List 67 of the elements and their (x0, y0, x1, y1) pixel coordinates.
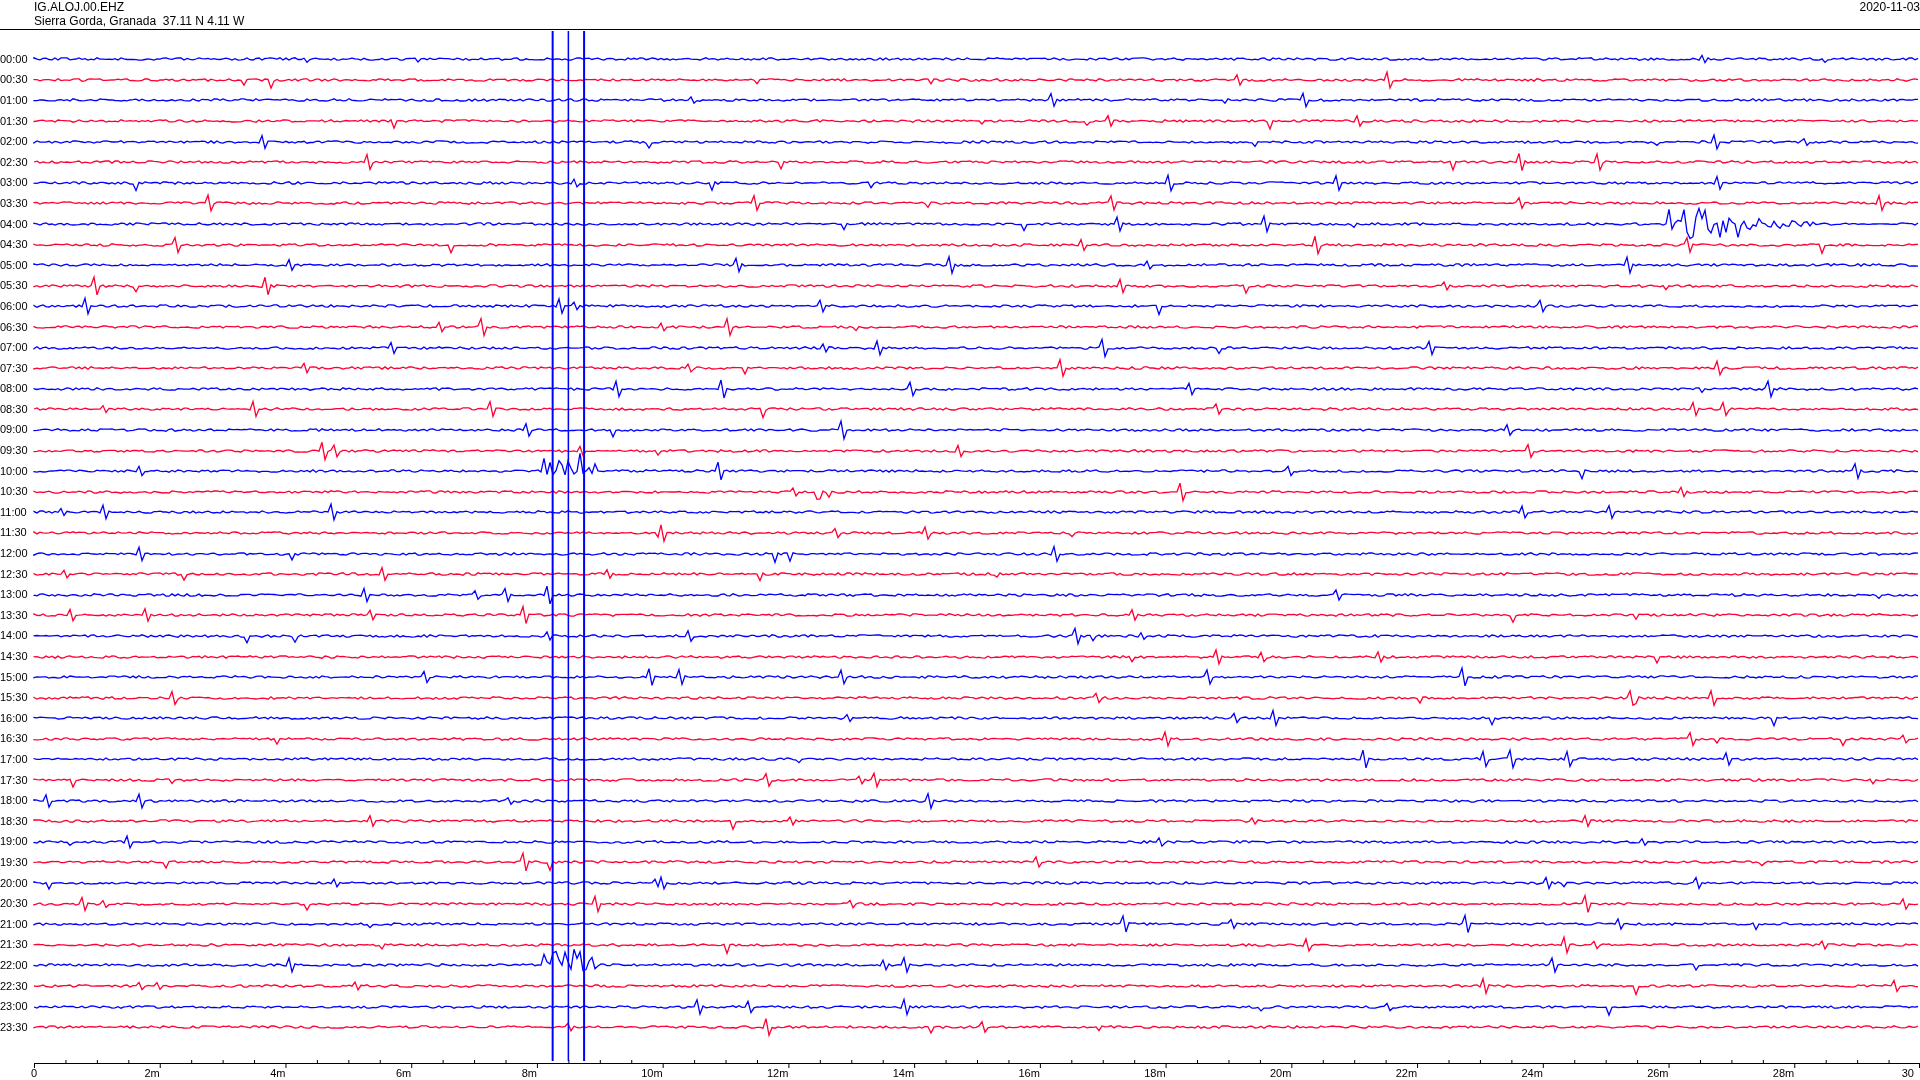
time-label: 00:00 (0, 53, 29, 65)
axis-tick-label: 24m (1521, 1068, 1543, 1079)
axis-tick-label: 30 (1901, 1068, 1914, 1079)
time-label: 20:30 (0, 898, 29, 910)
axis-tick-label: 20m (1269, 1068, 1292, 1079)
time-label: 12:00 (0, 548, 29, 560)
time-label: 09:30 (0, 445, 29, 457)
time-label: 19:00 (0, 836, 29, 848)
axis-tick-label: 28m (1772, 1068, 1795, 1079)
time-label: 21:00 (0, 918, 29, 930)
time-label: 05:00 (0, 259, 29, 271)
time-label: 14:00 (0, 630, 29, 642)
axis-tick-label: 16m (1018, 1068, 1040, 1079)
time-label: 18:00 (0, 795, 29, 807)
time-label: 16:00 (0, 712, 29, 724)
time-label: 12:30 (0, 568, 29, 580)
axis-tick-label: 18m (1144, 1068, 1166, 1079)
time-label: 20:00 (0, 877, 29, 889)
axis-tick-label: 14m (892, 1068, 915, 1079)
axis-tick-label: 2m (144, 1068, 160, 1079)
station-code: IG.ALOJ.00.EHZ (34, 0, 126, 14)
time-label: 10:30 (0, 486, 29, 498)
time-label: 18:30 (0, 815, 29, 827)
time-label: 09:00 (0, 424, 29, 436)
time-label: 03:30 (0, 197, 29, 209)
time-label: 01:00 (0, 95, 29, 106)
time-label: 08:30 (0, 403, 29, 415)
time-label: 07:00 (0, 342, 29, 354)
axis-tick-label: 8m (521, 1068, 537, 1079)
time-label: 21:30 (0, 939, 29, 951)
time-label: 23:00 (0, 1001, 29, 1013)
axis-tick-label: 22m (1395, 1068, 1418, 1079)
axis-tick-label: 10m (641, 1068, 663, 1079)
plot-date: 2020-11-03 (1859, 0, 1920, 16)
time-label: 17:30 (0, 774, 29, 786)
time-label: 11:30 (0, 527, 28, 539)
time-label: 15:00 (0, 671, 29, 683)
time-label: 23:30 (0, 1021, 29, 1033)
time-label: 19:30 (0, 856, 29, 868)
time-label: 15:30 (0, 692, 29, 704)
time-label: 14:30 (0, 651, 29, 662)
axis-tick-label: 4m (270, 1068, 286, 1079)
time-label: 22:30 (0, 980, 29, 992)
time-label: 04:30 (0, 239, 29, 251)
time-label: 02:30 (0, 156, 29, 168)
axis-tick-label: 12m (767, 1068, 789, 1079)
time-label: 16:30 (0, 733, 29, 745)
time-label: 13:00 (0, 589, 29, 601)
time-label: 22:00 (0, 959, 29, 971)
time-label: 08:00 (0, 383, 29, 395)
axis-tick-label: 0 (30, 1068, 38, 1079)
time-label: 11:00 (0, 506, 28, 518)
axis-tick-label: 26m (1647, 1068, 1669, 1079)
time-label: 13:30 (0, 609, 29, 621)
time-label: 00:30 (0, 74, 29, 86)
time-label: 01:30 (0, 115, 29, 127)
time-label: 06:00 (0, 300, 29, 312)
time-label: 06:30 (0, 321, 29, 333)
time-label: 04:00 (0, 218, 29, 230)
time-label: 02:00 (0, 136, 29, 148)
time-label: 17:00 (0, 754, 29, 765)
axis-tick-label: 6m (395, 1068, 412, 1079)
station-location: Sierra Gorda, Granada 37.11 N 4.11 W (34, 14, 245, 28)
time-label: 03:00 (0, 177, 29, 189)
time-label: 07:30 (0, 362, 29, 374)
time-label: 05:30 (0, 280, 29, 292)
time-label: 10:00 (0, 465, 29, 477)
